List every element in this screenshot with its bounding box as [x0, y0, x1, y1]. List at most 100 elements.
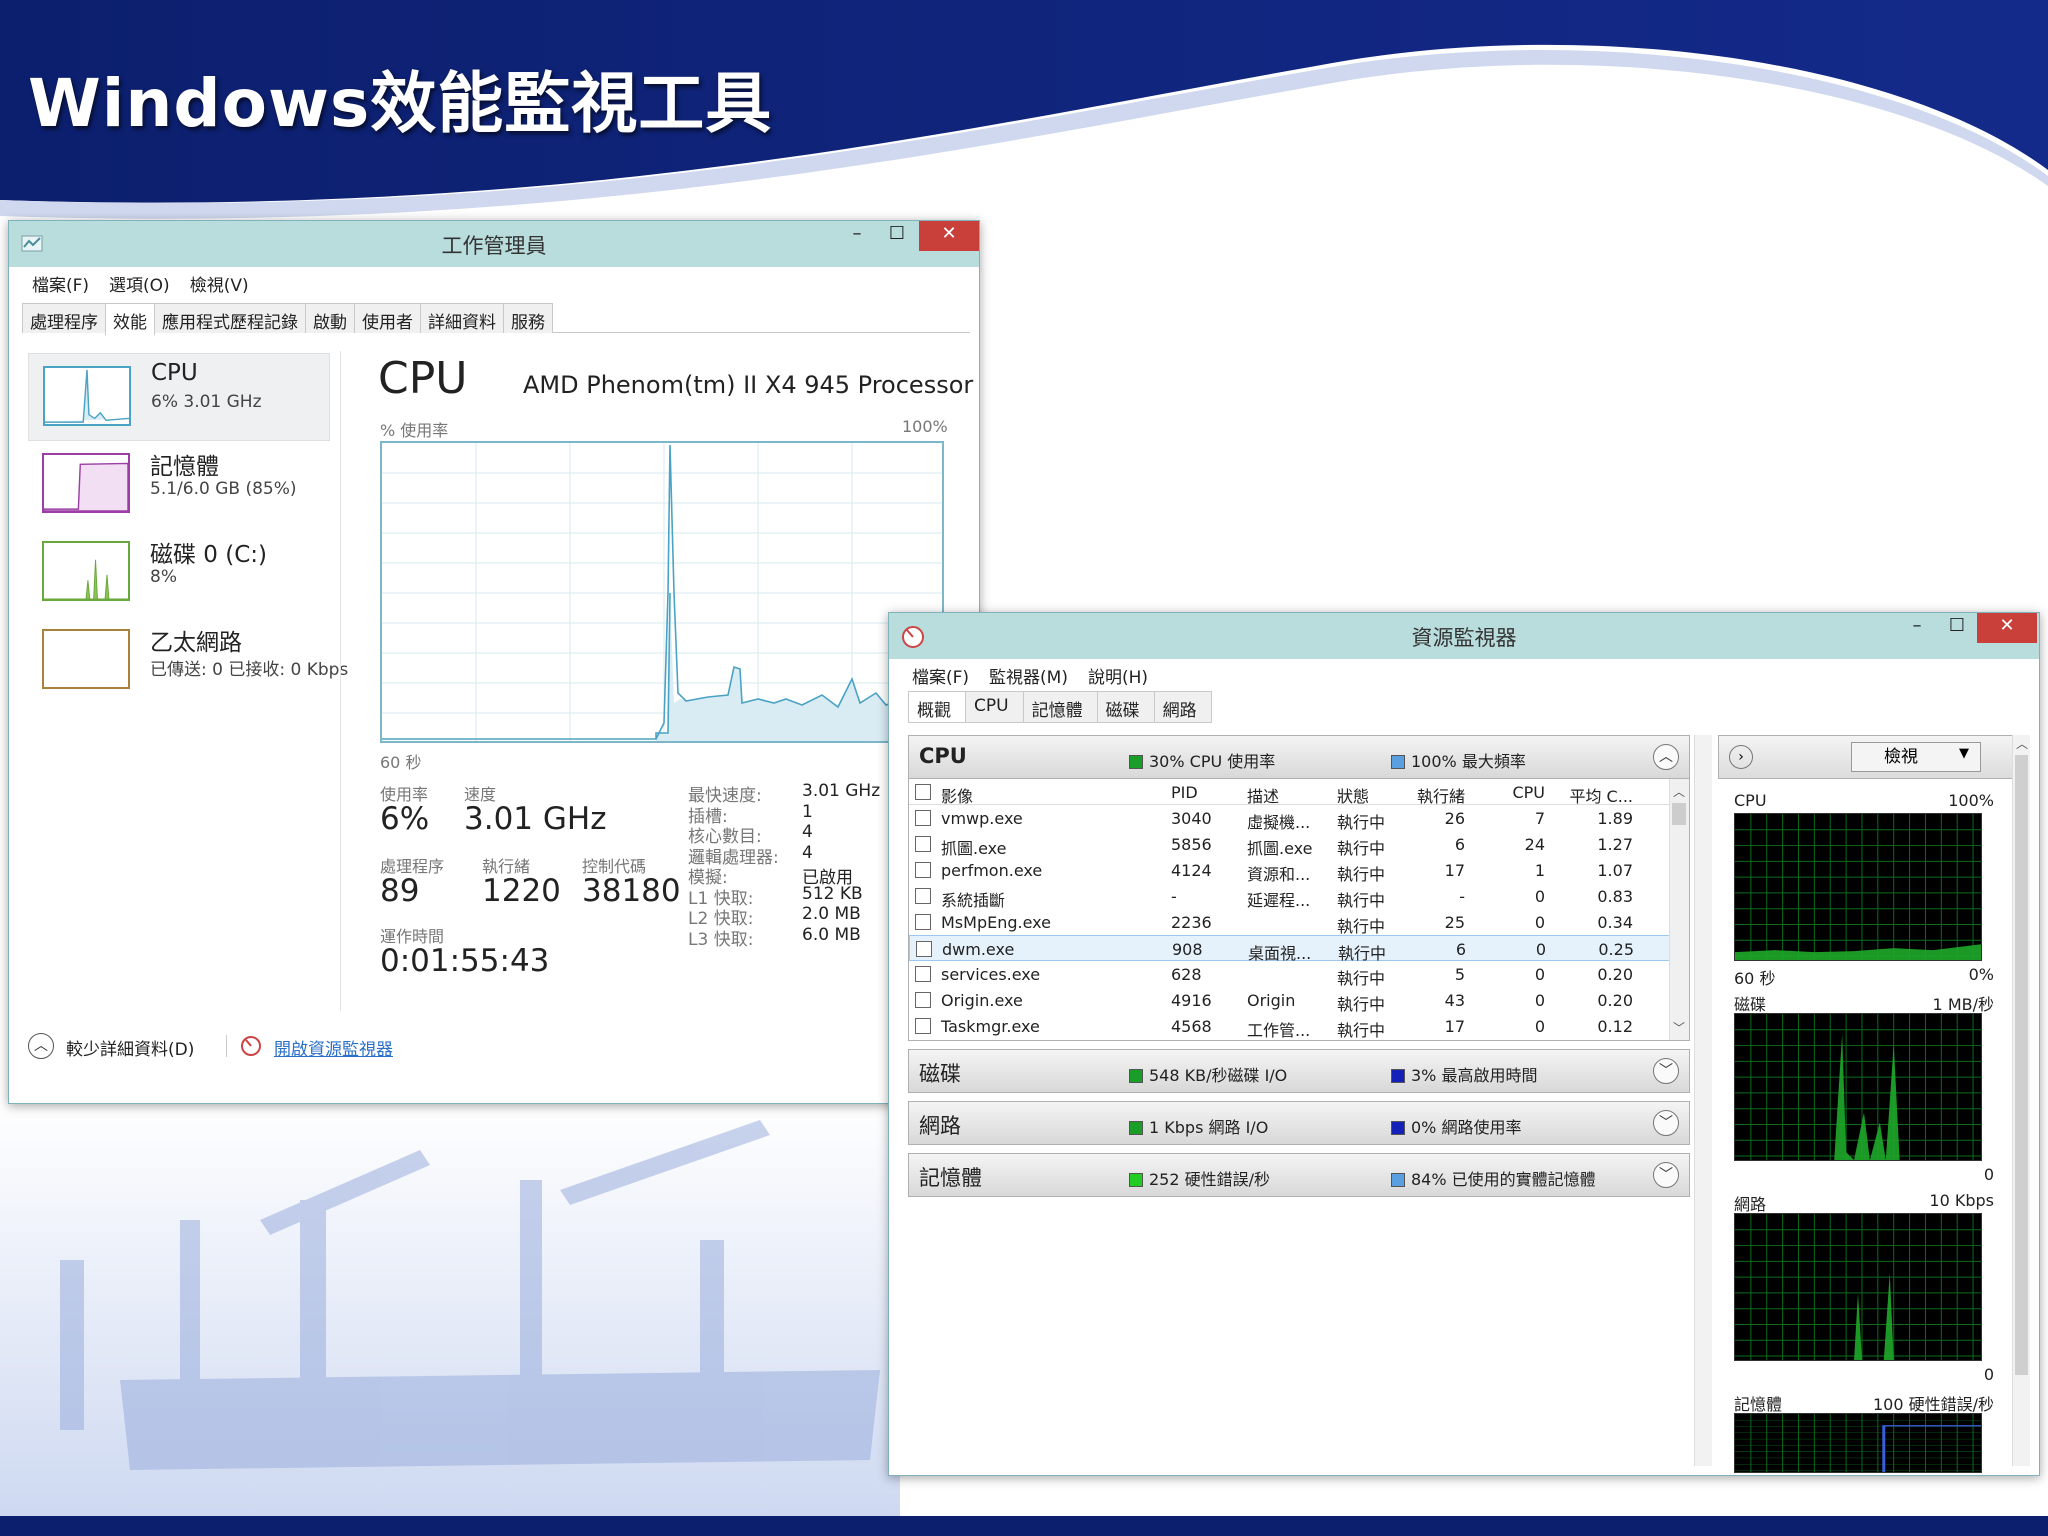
- processes-value: 89: [380, 873, 420, 909]
- tab-processes[interactable]: 處理程序: [22, 303, 106, 333]
- graph-pane-scrollbar[interactable]: ︿: [2012, 735, 2030, 1466]
- column-header[interactable]: CPU: [1499, 783, 1545, 802]
- network-section-header[interactable]: 網路 1 Kbps 網路 I/O 0% 網路使用率 ﹀: [908, 1101, 1690, 1145]
- collapse-pane-chevron-icon[interactable]: ›: [1729, 745, 1753, 769]
- expand-chevron-icon[interactable]: ﹀: [1653, 1110, 1679, 1136]
- column-header[interactable]: PID: [1171, 783, 1231, 802]
- tab-memory[interactable]: 記憶體: [1022, 691, 1098, 723]
- tab-performance[interactable]: 效能: [105, 303, 155, 335]
- column-header[interactable]: 執行緒: [1409, 783, 1465, 807]
- tab-app-history[interactable]: 應用程式歷程記錄: [154, 303, 306, 333]
- task-manager-titlebar[interactable]: 工作管理員 – ☐ ✕: [9, 221, 979, 267]
- minimize-button[interactable]: –: [1895, 613, 1939, 643]
- row-checkbox[interactable]: [915, 836, 931, 852]
- table-row[interactable]: Taskmgr.exe 4568 工作管... 執行中 17 0 0.12: [909, 1013, 1671, 1040]
- expand-chevron-icon[interactable]: ﹀: [1653, 1162, 1679, 1188]
- table-row[interactable]: vmwp.exe 3040 虛擬機... 執行中 26 7 1.89: [909, 805, 1671, 832]
- maximize-button[interactable]: ☐: [875, 221, 919, 251]
- collapse-chevron-icon[interactable]: ︿: [1653, 744, 1679, 770]
- sidebar-item-memory[interactable]: 記憶體 5.1/6.0 GB (85%): [28, 441, 330, 529]
- row-checkbox[interactable]: [915, 966, 931, 982]
- menu-options[interactable]: 選項(O): [109, 271, 170, 296]
- scroll-up-icon[interactable]: ︿: [2016, 735, 2028, 752]
- table-cell: 1.07: [1597, 861, 1633, 880]
- menu-monitor[interactable]: 監視器(M): [989, 663, 1068, 688]
- scroll-down-icon[interactable]: ﹀: [1673, 1019, 1685, 1036]
- tab-disk[interactable]: 磁碟: [1096, 691, 1155, 723]
- legend-text: 0% 網路使用率: [1411, 1118, 1522, 1137]
- cpu-section-header[interactable]: CPU 30% CPU 使用率 100% 最大頻率 ︿: [908, 735, 1690, 779]
- legend-text: 3% 最高啟用時間: [1411, 1066, 1538, 1085]
- table-row[interactable]: Origin.exe 4916 Origin 執行中 43 0 0.20: [909, 987, 1671, 1014]
- disk-sparkline: [42, 541, 130, 601]
- view-dropdown-icon[interactable]: ▼: [1959, 746, 1969, 761]
- section-title: CPU: [919, 744, 967, 768]
- overview-scrollbar[interactable]: [1694, 735, 1712, 1466]
- tab-cpu[interactable]: CPU: [965, 691, 1024, 723]
- column-header[interactable]: 狀態: [1337, 783, 1397, 807]
- table-row[interactable]: MsMpEng.exe 2236 執行中 25 0 0.34: [909, 909, 1671, 936]
- sidebar-item-disk[interactable]: 磁碟 0 (C:) 8%: [28, 529, 330, 617]
- sidebar-item-cpu[interactable]: CPU 6% 3.01 GHz: [28, 353, 330, 441]
- table-cell: 0.25: [1598, 940, 1634, 959]
- menu-help[interactable]: 說明(H): [1088, 663, 1148, 688]
- table-cell: 1: [1534, 861, 1545, 880]
- table-cell: 執行中: [1337, 839, 1386, 858]
- expand-chevron-icon[interactable]: ﹀: [1653, 1058, 1679, 1084]
- column-header[interactable]: 平均 C...: [1569, 783, 1633, 807]
- cpu-usage-graph: [382, 443, 943, 741]
- table-row[interactable]: dwm.exe 908 桌面視... 執行中 6 0 0.25: [909, 935, 1671, 963]
- sidebar-item-ethernet[interactable]: 乙太網路 已傳送: 0 已接收: 0 Kbps: [28, 617, 348, 705]
- tab-overview[interactable]: 概觀: [908, 691, 966, 723]
- memory-sparkline: [42, 453, 130, 513]
- table-cell: 908: [1172, 940, 1203, 959]
- open-resource-monitor-link[interactable]: 開啟資源監視器: [274, 1035, 393, 1060]
- fewer-details-chevron-icon[interactable]: ︿: [28, 1033, 54, 1059]
- legend-swatch-icon: [1391, 1173, 1405, 1187]
- close-button[interactable]: ✕: [919, 221, 979, 251]
- table-cell: 0: [1534, 965, 1545, 984]
- scroll-thumb[interactable]: [2015, 755, 2028, 1375]
- row-checkbox[interactable]: [915, 1018, 931, 1034]
- legend-swatch-icon: [1391, 755, 1405, 769]
- menu-file[interactable]: 檔案(F): [32, 271, 89, 296]
- row-checkbox[interactable]: [915, 992, 931, 1008]
- memory-section-header[interactable]: 記憶體 252 硬性錯誤/秒 84% 已使用的實體記憶體 ﹀: [908, 1153, 1690, 1197]
- tab-services[interactable]: 服務: [503, 303, 553, 333]
- graph-min-label: 0%: [1968, 965, 1994, 984]
- menu-file[interactable]: 檔案(F): [912, 663, 969, 688]
- row-checkbox[interactable]: [915, 914, 931, 930]
- maximize-button[interactable]: ☐: [1935, 613, 1979, 643]
- menu-view[interactable]: 檢視(V): [190, 271, 249, 296]
- tab-users[interactable]: 使用者: [354, 303, 421, 333]
- resource-monitor-titlebar[interactable]: 資源監視器 – ☐ ✕: [889, 613, 2039, 659]
- tab-network[interactable]: 網路: [1153, 691, 1212, 723]
- row-checkbox[interactable]: [915, 810, 931, 826]
- row-checkbox[interactable]: [915, 888, 931, 904]
- column-header[interactable]: 描述: [1247, 783, 1327, 807]
- menu-bar: 檔案(F) 監視器(M) 說明(H): [898, 659, 2030, 691]
- close-button[interactable]: ✕: [1977, 613, 2037, 643]
- table-cell: dwm.exe: [942, 940, 1015, 959]
- table-row[interactable]: 系統插斷 - 延遲程... 執行中 - 0 0.83: [909, 883, 1671, 910]
- resource-graph: [1734, 1413, 1982, 1473]
- fewer-details-link[interactable]: 較少詳細資料(D): [66, 1035, 194, 1060]
- section-title: 記憶體: [919, 1166, 982, 1190]
- tab-startup[interactable]: 啟動: [305, 303, 355, 333]
- scroll-thumb[interactable]: [1672, 803, 1686, 825]
- select-all-checkbox[interactable]: [915, 784, 931, 800]
- table-row[interactable]: perfmon.exe 4124 資源和... 執行中 17 1 1.07: [909, 857, 1671, 884]
- table-row[interactable]: 抓圖.exe 5856 抓圖.exe 執行中 6 24 1.27: [909, 831, 1671, 858]
- hard-faults-legend: 252 硬性錯誤/秒: [1129, 1166, 1270, 1190]
- tab-details[interactable]: 詳細資料: [420, 303, 504, 333]
- column-header[interactable]: 影像: [941, 783, 1141, 807]
- disk-section-header[interactable]: 磁碟 548 KB/秒磁碟 I/O 3% 最高啟用時間 ﹀: [908, 1049, 1690, 1093]
- table-cell: Origin: [1247, 991, 1296, 1010]
- table-row[interactable]: services.exe 628 執行中 5 0 0.20: [909, 961, 1671, 988]
- table-scrollbar[interactable]: ︿ ﹀: [1669, 779, 1689, 1040]
- minimize-button[interactable]: –: [835, 221, 879, 251]
- cpu-usage-chart: [380, 441, 944, 743]
- row-checkbox[interactable]: [915, 862, 931, 878]
- scroll-up-icon[interactable]: ︿: [1673, 783, 1685, 800]
- row-checkbox[interactable]: [916, 941, 932, 957]
